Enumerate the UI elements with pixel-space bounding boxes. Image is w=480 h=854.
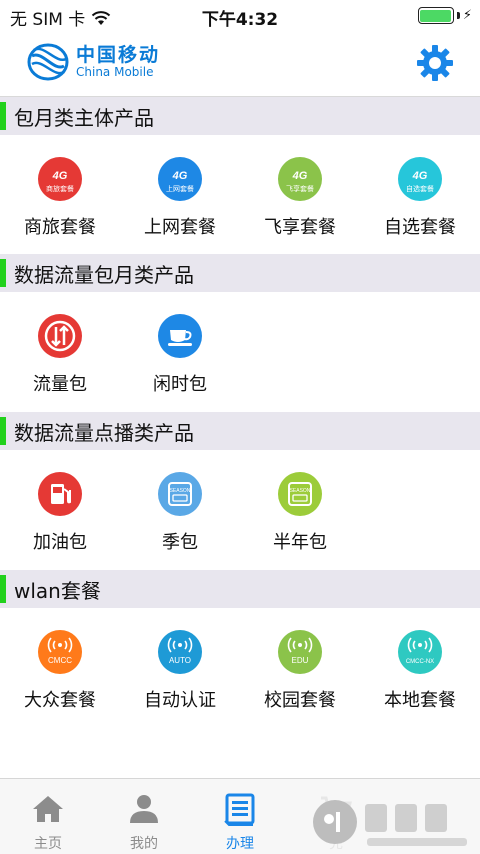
wifi-local-icon: CMCC-NX <box>398 630 442 674</box>
svg-text:4G: 4G <box>292 170 308 182</box>
svg-text:EDU: EDU <box>292 656 309 665</box>
home-icon <box>33 796 63 822</box>
tile-label: 自选套餐 <box>384 217 456 238</box>
tile-label: 飞享套餐 <box>264 217 336 238</box>
section-header-monthly: 包月类主体产品 <box>0 97 480 135</box>
section-accent-bar <box>0 102 6 130</box>
app-header: 中国移动 China Mobile <box>0 32 480 97</box>
tab-home[interactable]: 主页 <box>0 779 96 854</box>
tile-custom-plan[interactable]: 4G 自选套餐 自选套餐 <box>360 135 480 255</box>
4g-internet-icon: 4G 上网套餐 <box>158 157 202 201</box>
section-accent-bar <box>0 575 6 603</box>
4g-feixiang-icon: 4G 飞享套餐 <box>278 157 322 201</box>
tile-label: 季包 <box>162 532 198 553</box>
tile-label: 校园套餐 <box>264 690 336 711</box>
section-title: 数据流量点播类产品 <box>14 420 194 445</box>
status-time: 下午4:32 <box>201 10 279 30</box>
tile-label: 半年包 <box>273 532 327 553</box>
section-grid-monthly: 4G 商旅套餐 商旅套餐 4G 上网套餐 上网套餐 4G 飞享套餐 飞享套餐 4… <box>0 135 480 255</box>
section-title: 数据流量包月类产品 <box>14 262 194 287</box>
gear-icon <box>417 45 453 81</box>
tile-business-plan[interactable]: 4G 商旅套餐 商旅套餐 <box>0 135 120 255</box>
tile-data-pack[interactable]: 流量包 <box>0 292 120 412</box>
section-header-data-ondemand: 数据流量点播类产品 <box>0 412 480 450</box>
4g-custom-icon: 4G 自选套餐 <box>398 157 442 201</box>
wifi-edu-icon: EDU <box>278 630 322 674</box>
tab-handle[interactable]: 办理 <box>192 779 288 854</box>
section-header-wlan: wlan套餐 <box>0 570 480 608</box>
tile-season-pack[interactable]: SEASON 季包 <box>120 450 240 570</box>
battery-icon <box>417 7 454 24</box>
tile-internet-plan[interactable]: 4G 上网套餐 上网套餐 <box>120 135 240 255</box>
logo-chinese-text: 中国移动 <box>76 43 161 66</box>
section-title: wlan套餐 <box>14 578 101 603</box>
tile-label: 自动认证 <box>144 690 216 711</box>
data-arrows-icon <box>38 314 82 358</box>
tile-label: 上网套餐 <box>144 217 216 238</box>
section-header-data-monthly: 数据流量包月类产品 <box>0 254 480 292</box>
tile-half-year-pack[interactable]: SEASON 半年包 <box>240 450 360 570</box>
fuel-pump-icon <box>38 472 82 516</box>
tile-auto-auth[interactable]: AUTO 自动认证 <box>120 608 240 728</box>
svg-text:4G: 4G <box>52 170 68 182</box>
season-half-icon: SEASON <box>278 472 322 516</box>
list-icon <box>224 793 255 826</box>
battery-tip <box>456 12 460 19</box>
tile-label: 本地套餐 <box>384 690 456 711</box>
status-right: ⚡ <box>417 7 472 24</box>
tile-idle-pack[interactable]: 闲时包 <box>120 292 240 412</box>
section-accent-bar <box>0 259 6 287</box>
svg-text:AUTO: AUTO <box>169 656 191 665</box>
svg-text:CMCC-NX: CMCC-NX <box>406 659 434 665</box>
tile-campus-plan[interactable]: EDU 校园套餐 <box>240 608 360 728</box>
section-grid-wlan: CMCC 大众套餐 AUTO 自动认证 EDU 校园套餐 CMCC-NX 本地套… <box>0 608 480 728</box>
tile-label: 大众套餐 <box>24 690 96 711</box>
logo-english-text: China Mobile <box>76 64 154 79</box>
person-icon <box>130 795 158 823</box>
site-watermark-logo <box>305 792 480 854</box>
svg-text:CMCC: CMCC <box>48 656 72 665</box>
coffee-cup-icon <box>158 314 202 358</box>
svg-text:自选套餐: 自选套餐 <box>406 184 434 193</box>
svg-text:上网套餐: 上网套餐 <box>166 184 194 193</box>
charging-icon: ⚡ <box>462 8 472 23</box>
svg-text:商旅套餐: 商旅套餐 <box>46 184 74 193</box>
wifi-cmcc-icon: CMCC <box>38 630 82 674</box>
tile-feixiang-plan[interactable]: 4G 飞享套餐 飞享套餐 <box>240 135 360 255</box>
settings-button[interactable] <box>416 44 454 82</box>
svg-text:飞享套餐: 飞享套餐 <box>286 184 314 193</box>
tile-label: 流量包 <box>33 374 87 395</box>
svg-text:4G: 4G <box>172 170 188 182</box>
section-grid-data-ondemand: 加油包 SEASON 季包 SEASON 半年包 <box>0 450 480 570</box>
tab-mine[interactable]: 我的 <box>96 779 192 854</box>
svg-text:SEASON: SEASON <box>290 488 311 494</box>
season-card-icon: SEASON <box>158 472 202 516</box>
4g-business-icon: 4G 商旅套餐 <box>38 157 82 201</box>
tab-label: 主页 <box>34 836 62 852</box>
tile-label: 商旅套餐 <box>24 217 96 238</box>
svg-text:4G: 4G <box>412 170 428 182</box>
tile-label: 闲时包 <box>153 374 207 395</box>
tile-local-plan[interactable]: CMCC-NX 本地套餐 <box>360 608 480 728</box>
tab-label: 我的 <box>130 836 158 852</box>
section-title: 包月类主体产品 <box>14 105 154 130</box>
section-accent-bar <box>0 417 6 445</box>
wifi-auto-icon: AUTO <box>158 630 202 674</box>
tab-label: 办理 <box>226 836 254 852</box>
tile-refuel-pack[interactable]: 加油包 <box>0 450 120 570</box>
section-grid-data-monthly: 流量包 闲时包 <box>0 292 480 412</box>
svg-text:SEASON: SEASON <box>170 488 191 494</box>
china-mobile-logo: 中国移动 China Mobile <box>26 42 160 82</box>
tile-public-plan[interactable]: CMCC 大众套餐 <box>0 608 120 728</box>
tile-label: 加油包 <box>33 532 87 553</box>
status-bar: 无 SIM 卡 下午4:32 ⚡ <box>0 0 480 32</box>
china-mobile-logo-mark-icon <box>27 43 69 81</box>
